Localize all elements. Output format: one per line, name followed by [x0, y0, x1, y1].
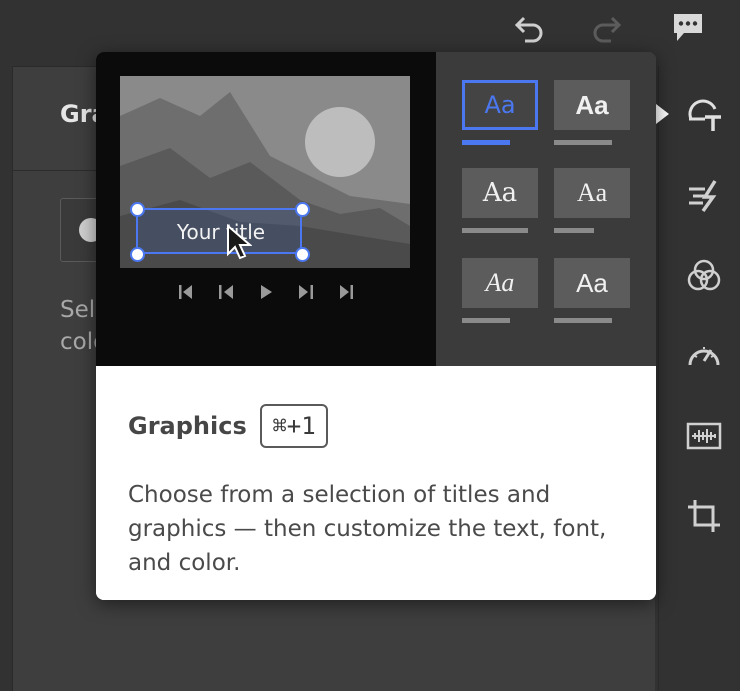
play-button — [254, 280, 278, 304]
step-forward-button — [294, 280, 318, 304]
redo-icon — [593, 16, 622, 43]
popover-hero: Your title Aa Aa Aa Aa Aa Aa — [96, 52, 656, 366]
keyboard-shortcut-badge: ⌘+1 — [260, 404, 328, 448]
style-tile-bar — [462, 318, 510, 323]
popover-info: Graphics ⌘+1 Choose from a selection of … — [96, 366, 656, 600]
comment-button[interactable] — [666, 8, 710, 48]
crop-icon — [688, 500, 720, 532]
style-tile: Aa — [462, 168, 538, 218]
graphics-tooltip-popover: Your title Aa Aa Aa Aa Aa Aa Graphics ⌘+… — [96, 52, 656, 600]
undo-button[interactable] — [506, 8, 550, 48]
playback-controls — [174, 280, 360, 304]
preview-area: Your title — [96, 52, 436, 366]
right-tool-rail — [658, 66, 740, 690]
style-tile-bar — [554, 318, 612, 323]
resize-handle — [295, 202, 310, 217]
titles-icon — [688, 99, 721, 131]
skip-end-button — [334, 280, 358, 304]
rail-titles-button[interactable] — [684, 96, 724, 136]
style-tile: Aa — [554, 168, 630, 218]
panel-description: Sele colo — [60, 297, 100, 355]
rail-color-button[interactable] — [684, 256, 724, 296]
comment-icon — [674, 14, 702, 41]
step-back-button — [214, 280, 238, 304]
skip-start-button — [174, 280, 198, 304]
skip-start-icon — [179, 285, 192, 299]
resize-handle — [295, 247, 310, 262]
active-indicator-arrow — [656, 104, 669, 124]
undo-icon — [514, 16, 543, 43]
speed-icon — [688, 347, 720, 366]
step-forward-icon — [299, 285, 313, 299]
rail-audio-button[interactable] — [684, 416, 724, 456]
resize-handle — [130, 247, 145, 262]
style-grid: Aa Aa Aa Aa Aa Aa — [436, 52, 656, 366]
step-back-icon — [219, 285, 233, 299]
rail-transitions-button[interactable] — [684, 176, 724, 216]
style-tile: Aa — [462, 258, 538, 308]
rail-speed-button[interactable] — [684, 336, 724, 376]
skip-end-icon — [340, 285, 353, 299]
audio-icon — [686, 422, 722, 450]
transitions-icon — [689, 180, 717, 213]
style-tile-bar — [554, 228, 594, 233]
rail-crop-button[interactable] — [684, 496, 724, 536]
popover-description: Choose from a selection of titles and gr… — [128, 482, 607, 576]
play-icon — [261, 285, 272, 299]
mouse-cursor-icon — [227, 224, 252, 260]
style-tile-bar — [462, 140, 510, 145]
style-tile-bar — [554, 140, 612, 145]
preview-title-text: Your title — [176, 220, 266, 244]
resize-handle — [130, 202, 145, 217]
redo-button[interactable] — [586, 8, 630, 48]
style-tile: Aa — [554, 258, 630, 308]
preview-title-box: Your title — [136, 208, 302, 254]
style-tile: Aa — [462, 80, 538, 130]
popover-heading: Graphics — [128, 412, 247, 440]
style-tile: Aa — [554, 80, 630, 130]
color-icon — [687, 259, 721, 291]
style-tile-bar — [462, 228, 528, 233]
